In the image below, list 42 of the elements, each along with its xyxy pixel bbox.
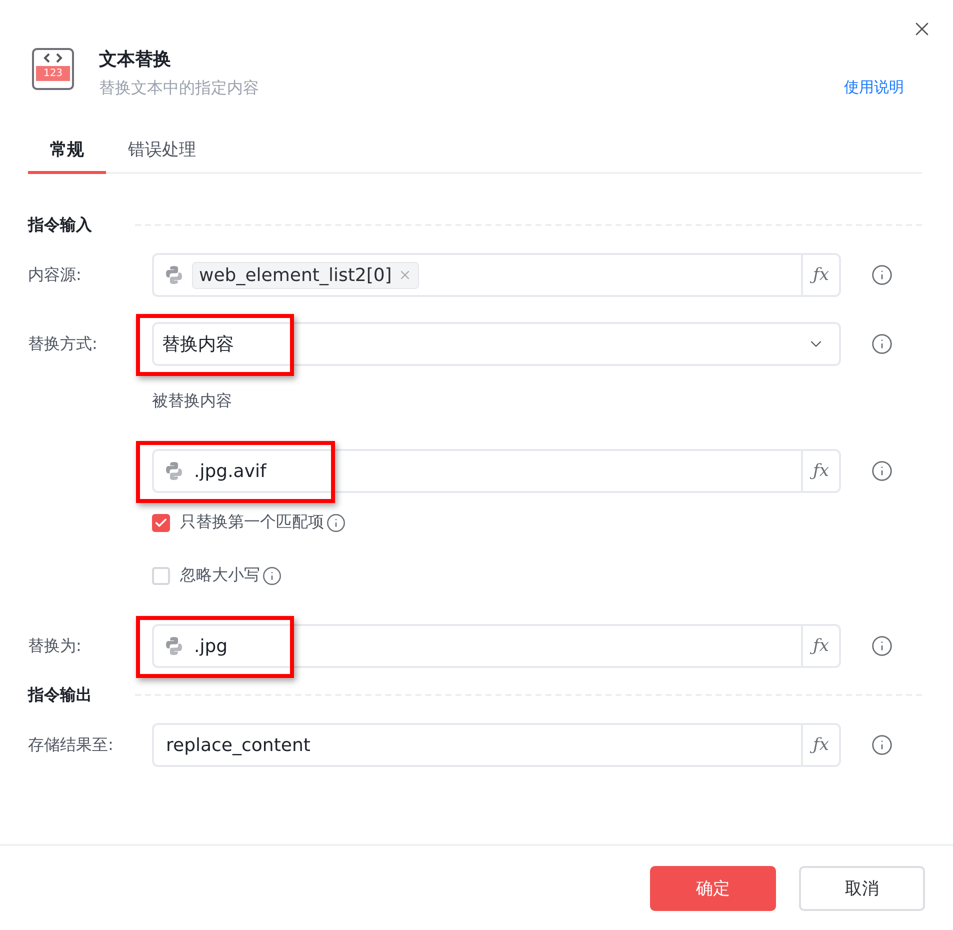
field-value: replace_content: [165, 734, 312, 756]
formula-button[interactable]: ƒx: [801, 255, 839, 295]
info-icon[interactable]: [871, 264, 893, 286]
formula-button[interactable]: ƒx: [801, 451, 839, 491]
checkbox-label: 只替换第一个匹配项: [180, 512, 324, 533]
tab[interactable]: 常规: [28, 130, 106, 174]
chip-text: web_element_list2[0]: [199, 264, 392, 286]
info-icon[interactable]: [871, 333, 893, 355]
formula-button[interactable]: ƒx: [801, 725, 839, 765]
field-label: 替换方式:: [28, 334, 98, 354]
dialog-title: 文本替换: [99, 48, 172, 72]
section-title: 指令输出: [28, 684, 93, 706]
checkbox[interactable]: [152, 566, 170, 584]
code-brackets-icon: [42, 53, 64, 63]
check-icon: [154, 516, 168, 530]
input-field[interactable]: .jpg.avif ƒx: [152, 449, 841, 493]
select-value: 替换内容: [161, 333, 235, 356]
info-icon[interactable]: [871, 734, 893, 756]
cancel-button[interactable]: 取消: [799, 866, 925, 910]
input-field[interactable]: replace_content ƒx: [152, 723, 841, 767]
variable-chip[interactable]: web_element_list2[0]: [192, 262, 419, 288]
dialog-subtitle: 替换文本中的指定内容: [99, 78, 260, 99]
formula-button[interactable]: ƒx: [801, 626, 839, 666]
checkbox[interactable]: [152, 514, 170, 532]
info-icon[interactable]: [262, 566, 282, 586]
field-label: 存储结果至:: [28, 734, 114, 756]
tab[interactable]: 错误处理: [106, 130, 218, 174]
logo-text: 123: [36, 66, 70, 81]
field-label: 替换为:: [28, 636, 82, 656]
field-value: .jpg.avif: [193, 460, 268, 482]
info-icon[interactable]: [871, 635, 893, 657]
replace-mode-select[interactable]: 替换内容: [152, 322, 841, 366]
section-title: 指令输入: [28, 214, 93, 236]
field-label: 内容源:: [28, 264, 82, 286]
info-icon[interactable]: [326, 512, 346, 532]
field-caption: 被替换内容: [152, 391, 232, 412]
info-icon[interactable]: [871, 460, 893, 482]
input-field[interactable]: web_element_list2[0] ƒx: [152, 253, 841, 297]
checkbox-label: 忽略大小写: [180, 565, 260, 586]
input-field[interactable]: .jpg ƒx: [152, 624, 841, 668]
field-value: .jpg: [193, 636, 229, 656]
help-link[interactable]: 使用说明: [844, 78, 904, 97]
